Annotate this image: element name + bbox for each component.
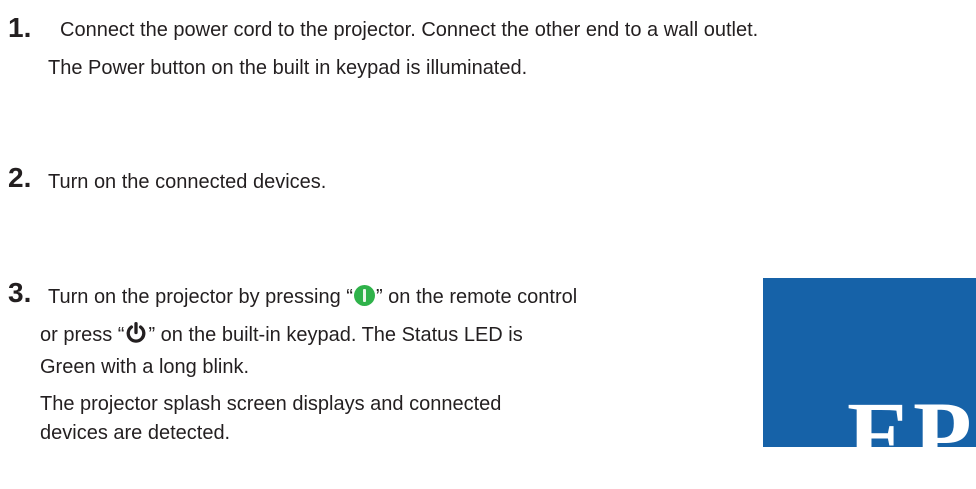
step-3-line-1: Turn on the projector by pressing “ ” on … — [48, 285, 577, 309]
power-icon — [127, 322, 146, 343]
step-2-line-1: Turn on the connected devices. — [48, 171, 327, 193]
step-3-line-2-end: ” on the built-in keypad. The Status LED… — [148, 324, 523, 346]
step-3-line-2-start: or press “ — [40, 324, 125, 346]
step-3-line-1-start: Turn on the projector by pressing “ — [48, 286, 353, 308]
splash-screen-image: EP — [763, 278, 976, 484]
step-3-line-4: The projector splash screen displays and… — [40, 393, 502, 415]
step-number: 1. — [8, 12, 32, 43]
step-number: 2. — [8, 162, 32, 193]
step-3-line-1-end: ” on the remote control — [375, 286, 578, 308]
step-1-line-1: Connect the power cord to the projector.… — [60, 19, 759, 41]
step-number: 3. — [8, 277, 32, 308]
step-3-line-2: or press “ ” on the built-in keypad. The … — [40, 322, 523, 347]
splash-screen-logo-text: EP — [847, 382, 974, 489]
step-3-line-3: Green with a long blink. — [40, 356, 250, 378]
step-1-line-2: The Power button on the built in keypad … — [48, 57, 528, 79]
power-green-icon — [353, 285, 375, 306]
step-3-line-5: devices are detected. — [40, 422, 231, 444]
